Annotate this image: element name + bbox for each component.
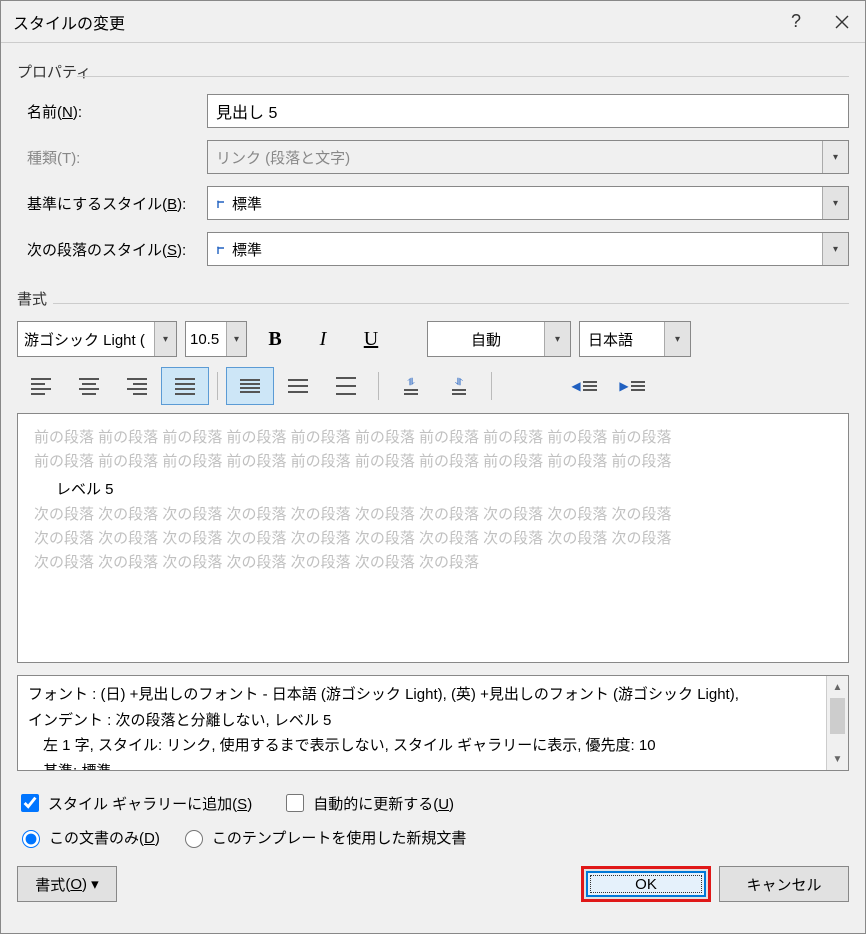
scroll-thumb[interactable] xyxy=(830,698,845,734)
line-spacing-2-button[interactable] xyxy=(322,367,370,405)
line-spacing-1-icon xyxy=(240,379,260,393)
based-on-value: 標準 xyxy=(232,193,262,214)
chevron-down-icon[interactable]: ▾ xyxy=(822,233,848,265)
based-on-label: 基準にするスタイル(B): xyxy=(17,193,207,214)
help-button[interactable]: ? xyxy=(773,1,819,43)
type-value: リンク (段落と文字) xyxy=(216,147,350,168)
next-para-combo[interactable]: 標準 ▾ xyxy=(207,232,849,266)
underline-button[interactable]: U xyxy=(351,321,391,357)
language-combo[interactable]: 日本語 ▾ xyxy=(579,321,691,357)
close-button[interactable] xyxy=(819,1,865,43)
doc-only-radio[interactable]: この文書のみ(D) xyxy=(17,827,160,848)
scroll-down-button[interactable]: ▼ xyxy=(827,748,848,770)
align-justify-button[interactable] xyxy=(161,367,209,405)
properties-group-label: プロパティ xyxy=(17,61,849,83)
dialog-title: スタイルの変更 xyxy=(13,10,773,34)
type-label: 種類(T): xyxy=(17,147,207,168)
align-left-icon xyxy=(31,378,51,395)
space-before-icon: ⥮ xyxy=(404,377,418,395)
format-group-label: 書式 xyxy=(17,288,849,310)
align-justify-icon xyxy=(175,378,195,395)
space-after-button[interactable]: ⥯ xyxy=(435,367,483,405)
auto-update-checkbox[interactable]: 自動的に更新する(U) xyxy=(282,791,454,815)
preview-sample-text: レベル 5 xyxy=(34,474,832,503)
chevron-down-icon: ▾ xyxy=(822,141,848,173)
based-on-combo[interactable]: 標準 ▾ xyxy=(207,186,849,220)
font-value: 游ゴシック Light ( xyxy=(18,329,154,350)
cancel-button[interactable]: キャンセル xyxy=(719,866,849,902)
decrease-indent-icon: ◀ xyxy=(571,379,596,393)
format-menu-button[interactable]: 書式(O) ▾ xyxy=(17,866,117,902)
modify-style-dialog: スタイルの変更 ? プロパティ 名前(N): 種類(T): リンク (段落と文字… xyxy=(0,0,866,934)
font-combo[interactable]: 游ゴシック Light ( ▾ xyxy=(17,321,177,357)
name-input[interactable] xyxy=(207,94,849,128)
space-after-icon: ⥯ xyxy=(452,377,466,395)
line-spacing-15-icon xyxy=(288,379,308,393)
decrease-indent-button[interactable]: ◀ xyxy=(560,367,608,405)
preview-prev-line: 前の段落 前の段落 前の段落 前の段落 前の段落 前の段落 前の段落 前の段落 … xyxy=(34,426,832,450)
space-before-button[interactable]: ⥮ xyxy=(387,367,435,405)
chevron-down-icon[interactable]: ▾ xyxy=(226,322,246,356)
description-box: フォント : (日) +見出しのフォント - 日本語 (游ゴシック Light)… xyxy=(17,675,849,771)
italic-button[interactable]: I xyxy=(303,321,343,357)
next-para-label: 次の段落のスタイル(S): xyxy=(17,239,207,260)
color-value: 自動 xyxy=(428,329,544,350)
increase-indent-icon: ▶ xyxy=(619,379,644,393)
close-icon xyxy=(835,15,849,29)
next-para-value: 標準 xyxy=(232,239,262,260)
chevron-down-icon[interactable]: ▾ xyxy=(664,322,690,356)
scroll-up-button[interactable]: ▲ xyxy=(827,676,848,698)
lang-value: 日本語 xyxy=(580,329,664,350)
line-spacing-15-button[interactable] xyxy=(274,367,322,405)
ok-button[interactable]: OK xyxy=(581,866,711,902)
preview-next-line: 次の段落 次の段落 次の段落 次の段落 次の段落 次の段落 次の段落 次の段落 … xyxy=(34,503,832,527)
font-size-combo[interactable]: 10.5 ▾ xyxy=(185,321,247,357)
line-spacing-1-button[interactable] xyxy=(226,367,274,405)
chevron-down-icon[interactable]: ▾ xyxy=(822,187,848,219)
description-scrollbar[interactable]: ▲ ▼ xyxy=(826,676,848,770)
size-value: 10.5 xyxy=(186,331,226,348)
paragraph-mark-icon xyxy=(216,244,228,256)
chevron-down-icon[interactable]: ▾ xyxy=(544,322,570,356)
align-center-button[interactable] xyxy=(65,367,113,405)
paragraph-mark-icon xyxy=(216,198,228,210)
align-right-button[interactable] xyxy=(113,367,161,405)
align-right-icon xyxy=(127,378,147,395)
align-left-button[interactable] xyxy=(17,367,65,405)
chevron-down-icon[interactable]: ▾ xyxy=(154,322,176,356)
type-combo: リンク (段落と文字) ▾ xyxy=(207,140,849,174)
bold-button[interactable]: B xyxy=(255,321,295,357)
font-color-combo[interactable]: 自動 ▾ xyxy=(427,321,571,357)
name-label: 名前(N): xyxy=(17,101,207,122)
increase-indent-button[interactable]: ▶ xyxy=(608,367,656,405)
title-bar: スタイルの変更 ? xyxy=(1,1,865,43)
preview-box: 前の段落 前の段落 前の段落 前の段落 前の段落 前の段落 前の段落 前の段落 … xyxy=(17,413,849,663)
line-spacing-2-icon xyxy=(336,377,356,395)
align-center-icon xyxy=(79,378,99,395)
template-radio[interactable]: このテンプレートを使用した新規文書 xyxy=(180,827,467,848)
add-to-gallery-checkbox[interactable]: スタイル ギャラリーに追加(S) xyxy=(17,791,252,815)
